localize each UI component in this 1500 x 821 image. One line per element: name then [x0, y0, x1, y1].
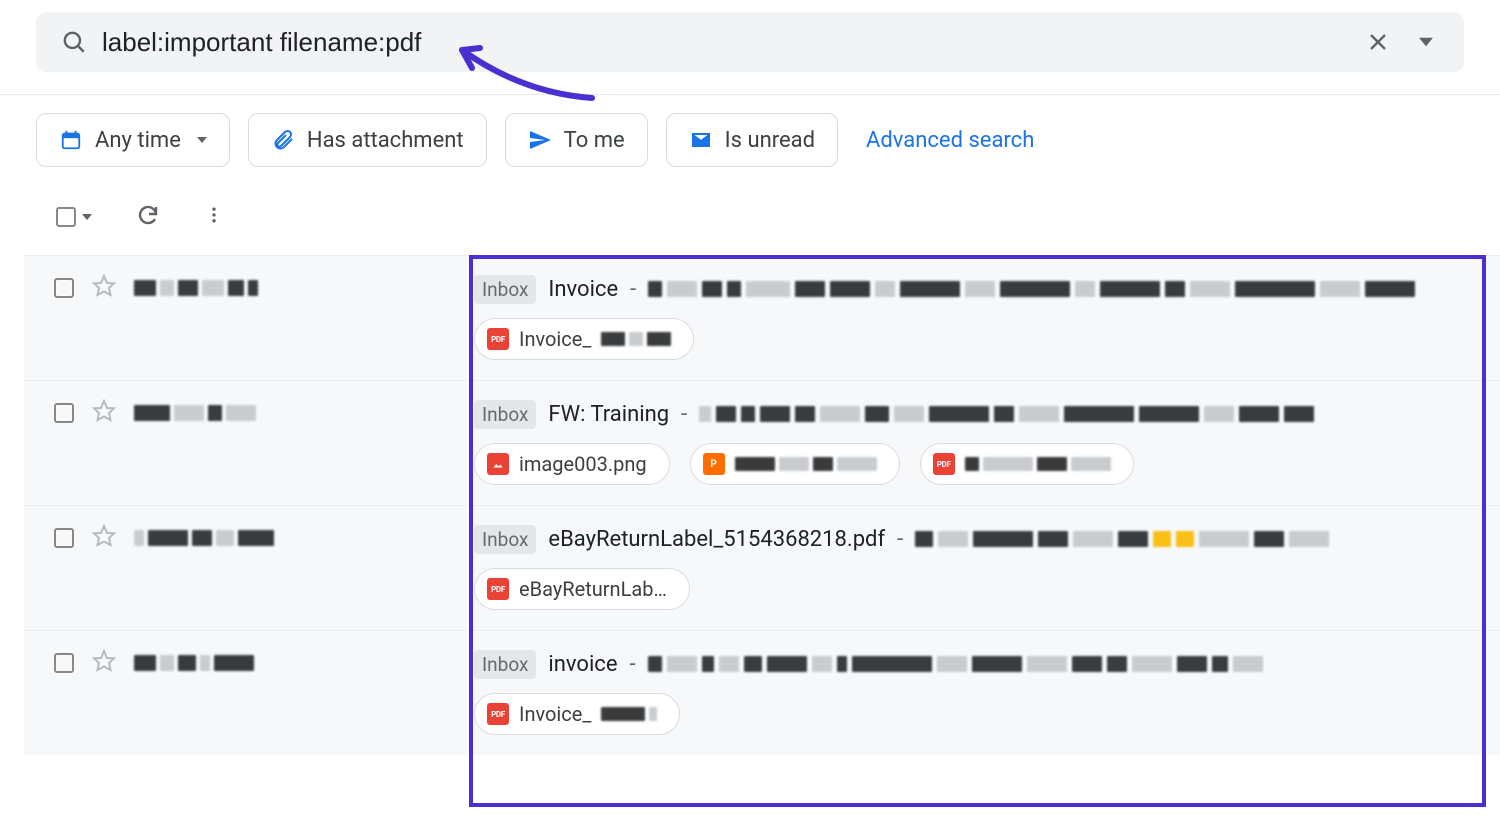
attachment-name: image003.png	[519, 452, 647, 476]
label-badge: Inbox	[474, 400, 536, 429]
snippet	[699, 406, 1314, 422]
subject: invoice	[548, 652, 617, 677]
star-icon[interactable]	[92, 524, 116, 552]
filter-any-time[interactable]: Any time	[36, 113, 230, 167]
send-icon	[528, 128, 552, 152]
select-all[interactable]	[56, 207, 92, 227]
advanced-search-link[interactable]: Advanced search	[866, 128, 1034, 153]
image-icon	[487, 453, 509, 475]
row-checkbox[interactable]	[54, 278, 74, 298]
attachment-name: Invoice_	[519, 327, 591, 351]
sender	[134, 655, 254, 671]
star-icon[interactable]	[92, 649, 116, 677]
list-toolbar	[0, 167, 1500, 255]
filter-to-me-label: To me	[564, 128, 625, 153]
unread-mail-icon	[689, 128, 713, 152]
mail-row[interactable]: Inbox eBayReturnLabel_5154368218.pdf - P…	[24, 505, 1500, 630]
filter-is-unread-label: Is unread	[725, 128, 815, 153]
label-badge: Inbox	[474, 525, 536, 554]
chevron-down-icon	[197, 137, 207, 143]
row-checkbox[interactable]	[54, 403, 74, 423]
search-options-icon[interactable]	[1402, 35, 1450, 49]
search-icon[interactable]	[50, 29, 98, 55]
row-checkbox[interactable]	[54, 528, 74, 548]
dash: -	[681, 402, 687, 427]
pdf-icon: PDF	[487, 578, 509, 600]
pdf-icon: PDF	[933, 453, 955, 475]
dash: -	[897, 527, 903, 552]
star-icon[interactable]	[92, 399, 116, 427]
chevron-down-icon	[82, 214, 92, 220]
calendar-icon	[59, 128, 83, 152]
pdf-icon: PDF	[487, 328, 509, 350]
star-icon[interactable]	[92, 274, 116, 302]
mail-row[interactable]: Inbox Invoice - PDF Invoice_	[24, 255, 1500, 380]
sender	[134, 280, 258, 296]
attachment-chip[interactable]: PDF Invoice_	[474, 693, 680, 735]
attachment-chip[interactable]: image003.png	[474, 443, 670, 485]
attachment-icon	[271, 128, 295, 152]
attachment-chip[interactable]: P	[690, 443, 900, 485]
sender	[134, 405, 256, 421]
attachment-name: eBayReturnLab…	[519, 577, 667, 601]
dash: -	[629, 652, 635, 677]
filter-is-unread[interactable]: Is unread	[666, 113, 838, 167]
subject: FW: Training	[548, 402, 669, 427]
attachment-name	[735, 457, 877, 471]
label-badge: Inbox	[474, 650, 536, 679]
pdf-icon: PDF	[487, 703, 509, 725]
filter-row: Any time Has attachment To me Is unread …	[0, 95, 1500, 167]
clear-search-icon[interactable]	[1354, 30, 1402, 54]
more-icon[interactable]	[204, 205, 224, 229]
mail-row[interactable]: Inbox invoice - PDF Invoice_	[24, 630, 1500, 755]
filter-has-attachment[interactable]: Has attachment	[248, 113, 487, 167]
dash: -	[630, 277, 636, 302]
attachment-name	[965, 457, 1111, 471]
select-all-checkbox[interactable]	[56, 207, 76, 227]
subject: Invoice	[548, 277, 618, 302]
snippet	[648, 281, 1415, 297]
mail-list: Inbox Invoice - PDF Invoice_ Inbox FW: T…	[24, 255, 1500, 755]
refresh-icon[interactable]	[136, 203, 160, 231]
snippet	[648, 656, 1263, 672]
attachment-name: Invoice_	[519, 702, 591, 726]
snippet	[915, 531, 1329, 547]
slides-icon: P	[703, 453, 725, 475]
filter-any-time-label: Any time	[95, 128, 181, 153]
subject: eBayReturnLabel_5154368218.pdf	[548, 527, 885, 552]
filter-to-me[interactable]: To me	[505, 113, 648, 167]
search-bar	[36, 12, 1464, 72]
search-input[interactable]	[98, 27, 1354, 58]
attachment-chip[interactable]: PDF eBayReturnLab…	[474, 568, 690, 610]
label-badge: Inbox	[474, 275, 536, 304]
sender	[134, 530, 274, 546]
filter-has-attachment-label: Has attachment	[307, 128, 464, 153]
attachment-chip[interactable]: PDF	[920, 443, 1134, 485]
attachment-chip[interactable]: PDF Invoice_	[474, 318, 694, 360]
mail-row[interactable]: Inbox FW: Training - image003.png P PDF	[24, 380, 1500, 505]
row-checkbox[interactable]	[54, 653, 74, 673]
